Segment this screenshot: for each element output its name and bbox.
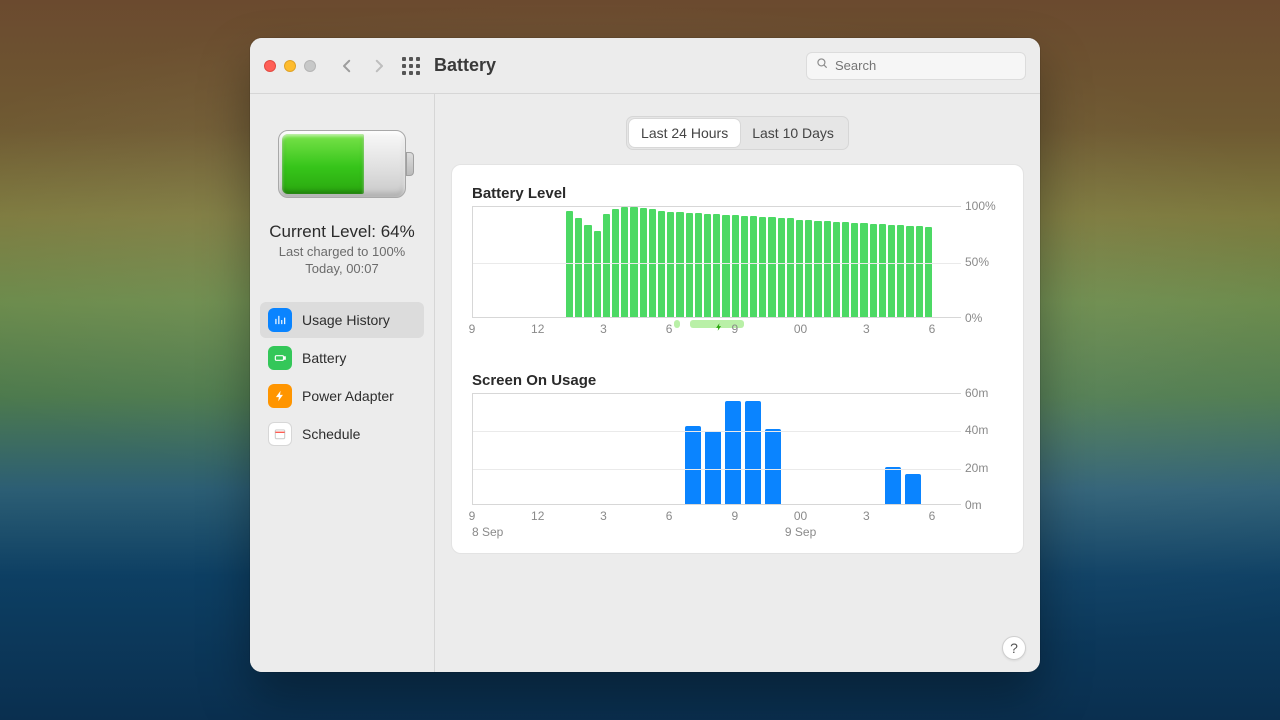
tab-last-24h[interactable]: Last 24 Hours [629, 119, 740, 147]
current-level-label: Current Level: 64% [260, 222, 424, 242]
battery-illustration [278, 130, 406, 198]
usage-chart: 60m40m20m0m 91236900368 Sep9 Sep [472, 393, 1007, 533]
calendar-icon [268, 422, 292, 446]
sidebar-item-power-adapter[interactable]: Power Adapter [260, 378, 424, 414]
sidebar-item-usage-history[interactable]: Usage History [260, 302, 424, 338]
sidebar-item-battery[interactable]: Battery [260, 340, 424, 376]
back-button[interactable] [338, 57, 356, 75]
window-body: Current Level: 64% Last charged to 100% … [250, 94, 1040, 672]
forward-button[interactable] [370, 57, 388, 75]
tab-last-10d[interactable]: Last 10 Days [740, 119, 846, 147]
search-icon [815, 56, 835, 75]
desktop-wallpaper: Battery Current Level: 64% Last charged … [0, 0, 1280, 720]
system-prefs-window: Battery Current Level: 64% Last charged … [250, 38, 1040, 672]
window-controls [264, 60, 316, 72]
window-title: Battery [434, 55, 496, 76]
battery-chart-title: Battery Level [472, 185, 1007, 202]
usage-chart-title: Screen On Usage [472, 372, 1007, 389]
main-content: Last 24 Hours Last 10 Days Battery Level… [435, 94, 1040, 672]
sidebar-item-schedule[interactable]: Schedule [260, 416, 424, 452]
show-all-prefs-button[interactable] [402, 57, 420, 75]
sidebar-item-label: Usage History [302, 312, 390, 328]
search-field[interactable] [806, 52, 1026, 80]
minimize-button[interactable] [284, 60, 296, 72]
last-charged-time: Today, 00:07 [260, 261, 424, 276]
sidebar: Current Level: 64% Last charged to 100% … [250, 94, 435, 672]
time-range-segmented: Last 24 Hours Last 10 Days [451, 116, 1024, 150]
search-input[interactable] [835, 58, 1017, 73]
help-button[interactable]: ? [1002, 636, 1026, 660]
close-button[interactable] [264, 60, 276, 72]
battery-icon [268, 346, 292, 370]
sidebar-nav: Usage History Battery Power Adapter Sche… [260, 302, 424, 452]
bolt-icon [268, 384, 292, 408]
chart-icon [268, 308, 292, 332]
last-charged-label: Last charged to 100% [260, 244, 424, 259]
titlebar: Battery [250, 38, 1040, 94]
sidebar-item-label: Schedule [302, 426, 360, 442]
zoom-button[interactable] [304, 60, 316, 72]
sidebar-item-label: Power Adapter [302, 388, 394, 404]
battery-chart: 100%50%0% 9123690036 [472, 206, 1007, 346]
sidebar-item-label: Battery [302, 350, 346, 366]
charts-panel: Battery Level 100%50%0% 9123690036 Scre [451, 164, 1024, 554]
nav-buttons [338, 57, 388, 75]
